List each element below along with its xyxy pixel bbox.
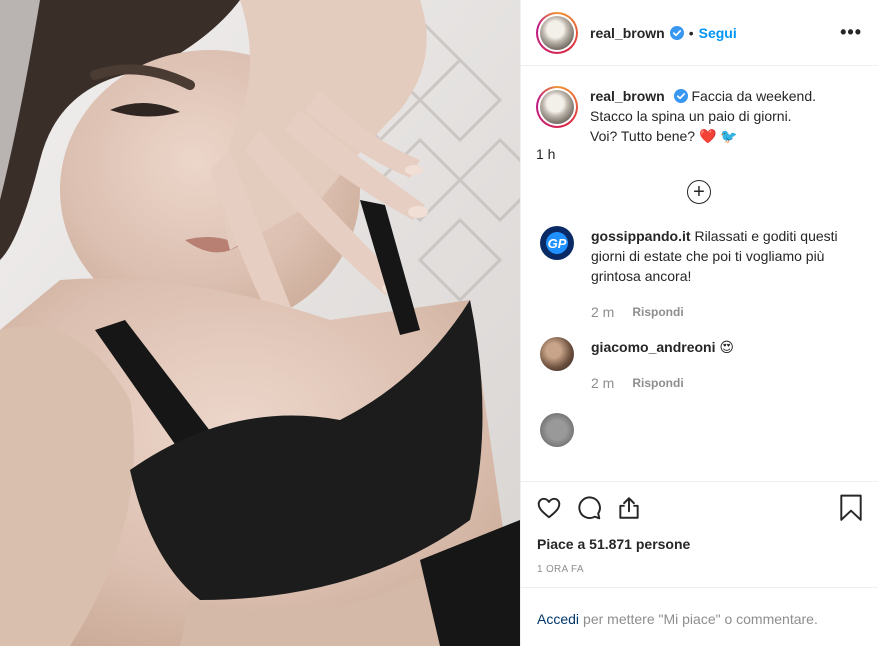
load-more-wrap: + — [536, 180, 862, 204]
bookmark-icon — [840, 494, 862, 521]
share-icon — [619, 497, 639, 519]
comment-body: gossippando.it Rilassati e goditi questi… — [591, 226, 857, 320]
caption-author-avatar[interactable] — [536, 86, 578, 128]
comment-item-partial — [536, 413, 862, 447]
comment-text-block: giacomo_andreoni 😍 — [591, 337, 857, 357]
comment-body: giacomo_andreoni 😍 2 m Rispondi — [591, 337, 857, 391]
post-header: real_brown • Segui ••• — [521, 0, 878, 66]
post-photo[interactable] — [0, 0, 520, 646]
post-timestamp[interactable]: 1 ORA FA — [521, 564, 878, 575]
save-button[interactable] — [831, 488, 871, 528]
comment-icon — [578, 496, 601, 520]
load-more-comments-button[interactable]: + — [687, 180, 711, 204]
comment-username[interactable]: gossippando.it — [591, 228, 691, 244]
verified-badge-icon — [669, 25, 684, 40]
caption-line-3: Voi? Tutto bene? ❤️ 🐦 — [590, 128, 738, 144]
avatar-inner — [538, 88, 576, 126]
caption-line-2: Stacco la spina un paio di giorni. — [590, 108, 792, 124]
comment-avatar[interactable] — [540, 413, 574, 447]
post-actions-section: Piace a 51.871 persone 1 ORA FA Accedi p… — [521, 481, 878, 646]
caption-username[interactable]: real_brown — [590, 88, 665, 104]
comment-text-block: gossippando.it Rilassati e goditi questi… — [591, 226, 857, 286]
avatar-image — [540, 15, 574, 50]
comment-username[interactable]: giacomo_andreoni — [591, 339, 715, 355]
comment-meta: 2 m Rispondi — [591, 304, 857, 320]
instagram-post: real_brown • Segui ••• real_brown Faccia… — [0, 0, 878, 646]
separator-dot: • — [688, 24, 694, 41]
comments-list[interactable]: real_brown Faccia da weekend. Stacco la … — [521, 66, 878, 481]
login-prompt: Accedi per mettere "Mi piace" o commenta… — [521, 587, 878, 646]
caption-age[interactable]: 1 h — [536, 146, 862, 162]
comment-item: GP gossippando.it Rilassati e goditi que… — [536, 226, 862, 320]
author-avatar[interactable] — [536, 11, 578, 54]
comment-age[interactable]: 2 m — [591, 375, 614, 391]
comment-button[interactable] — [569, 488, 609, 528]
avatar-image — [540, 90, 574, 124]
caption: real_brown Faccia da weekend. Stacco la … — [536, 86, 862, 146]
caption-text-block: real_brown Faccia da weekend. Stacco la … — [590, 86, 852, 146]
reply-button[interactable]: Rispondi — [632, 305, 683, 319]
comment-meta: 2 m Rispondi — [591, 375, 857, 391]
caption-line-1: Faccia da weekend. — [691, 88, 817, 104]
follow-button[interactable]: Segui — [699, 25, 737, 41]
verified-badge-icon — [673, 89, 688, 103]
like-button[interactable] — [529, 488, 569, 528]
comment-avatar[interactable] — [540, 337, 574, 371]
heart-icon — [537, 497, 561, 519]
more-options-icon[interactable]: ••• — [840, 22, 862, 43]
comment-text: 😍 — [719, 339, 734, 355]
likes-count[interactable]: Piace a 51.871 persone — [521, 536, 878, 552]
photo-illustration — [0, 0, 520, 646]
comment-age[interactable]: 2 m — [591, 304, 614, 320]
share-button[interactable] — [609, 488, 649, 528]
post-side-panel: real_brown • Segui ••• real_brown Faccia… — [520, 0, 878, 646]
author-username[interactable]: real_brown — [590, 25, 665, 41]
comment-item: giacomo_andreoni 😍 2 m Rispondi — [536, 337, 862, 391]
action-bar — [521, 482, 878, 534]
avatar-inner — [538, 13, 576, 52]
login-link[interactable]: Accedi — [537, 611, 579, 627]
reply-button[interactable]: Rispondi — [632, 376, 683, 390]
login-prompt-text: per mettere "Mi piace" o commentare. — [583, 610, 818, 627]
comment-avatar[interactable]: GP — [540, 226, 574, 260]
